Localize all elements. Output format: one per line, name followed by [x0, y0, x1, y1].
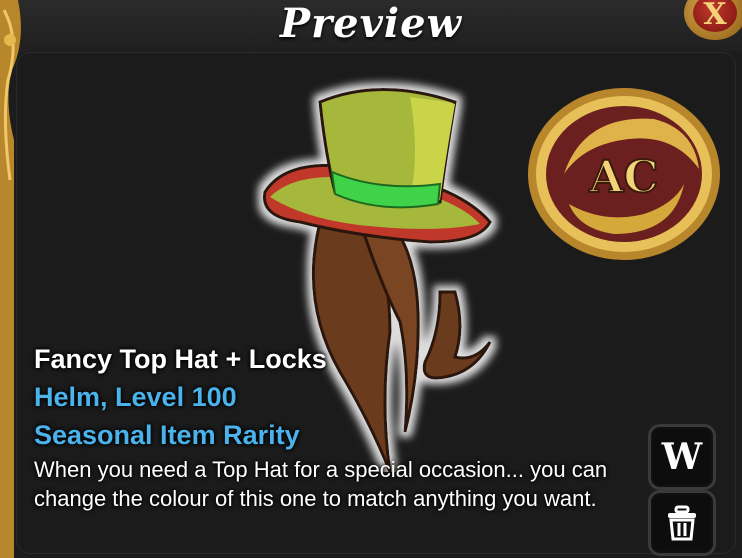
close-icon: X [693, 0, 737, 32]
item-name: Fancy Top Hat + Locks [34, 344, 327, 374]
trash-icon [668, 505, 696, 541]
adventure-coins-badge-icon: AC [528, 88, 720, 260]
item-type-level: Helm, Level 100 [34, 382, 237, 412]
coin-badge-text: AC [588, 152, 658, 203]
item-info: Fancy Top Hat + Locks Helm, Level 100 Se… [34, 340, 644, 513]
wiki-icon: W [661, 436, 703, 478]
delete-button[interactable] [648, 490, 716, 556]
wiki-button[interactable]: W [648, 424, 716, 490]
item-rarity: Seasonal Item Rarity [34, 420, 300, 450]
window-title: Preview [280, 0, 462, 47]
item-description: When you need a Top Hat for a special oc… [34, 457, 608, 511]
